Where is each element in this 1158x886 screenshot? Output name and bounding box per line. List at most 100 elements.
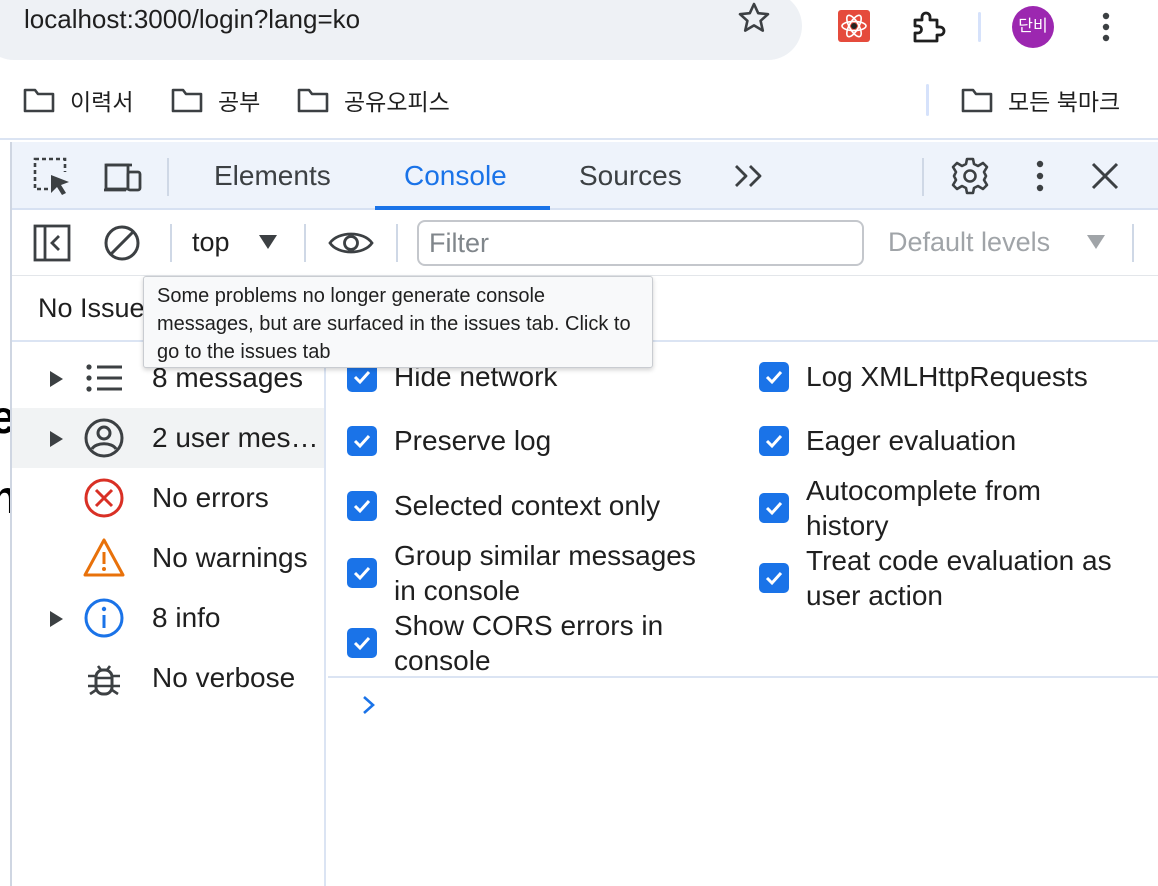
toolbar-divider <box>170 224 172 262</box>
sidebar-item-warnings[interactable]: No warnings <box>12 528 324 588</box>
treat-eval-user-action-checkbox[interactable] <box>759 563 789 593</box>
bookmark-label: 이력서 <box>70 89 134 115</box>
filter-input[interactable] <box>417 220 864 266</box>
sidebar-item-label: No verbose <box>152 662 296 693</box>
checkmark-icon <box>353 566 371 581</box>
expand-triangle-icon[interactable] <box>48 370 64 388</box>
checkmark-icon <box>765 370 783 384</box>
eager-evaluation-option[interactable]: Eager evaluation <box>759 423 1016 458</box>
url-text[interactable]: localhost:3000/login?lang=ko <box>24 2 360 36</box>
devtools-tab-bar: Elements Console Sources <box>12 142 1158 210</box>
folder-icon <box>297 88 329 113</box>
page-glyph-fragment: e <box>0 392 10 442</box>
profile-avatar[interactable]: 단비 <box>1012 6 1054 48</box>
folder-icon <box>23 88 55 113</box>
preserve-log-checkbox[interactable] <box>347 425 377 456</box>
all-bookmarks-label: 모든 북마크 <box>1008 89 1121 115</box>
address-bar[interactable]: localhost:3000/login?lang=ko <box>0 0 802 60</box>
browser-toolbar: localhost:3000/login?lang=ko 단비 <box>0 0 1158 60</box>
context-selector[interactable]: top <box>192 224 230 260</box>
checkmark-icon <box>765 434 783 448</box>
sidebar-item-errors[interactable]: No errors <box>12 468 324 528</box>
toolbar-divider <box>1132 224 1134 262</box>
show-cors-errors-option[interactable]: Show CORS errors in console <box>347 608 727 678</box>
option-label: Group similar messages in console <box>394 540 696 606</box>
autocomplete-history-option[interactable]: Autocomplete from history <box>759 473 1149 543</box>
sidebar-item-label: 8 info <box>152 602 221 633</box>
toolbar-divider <box>304 224 306 262</box>
checkmark-icon <box>353 499 371 513</box>
inspect-element-icon[interactable] <box>32 156 72 196</box>
error-icon <box>84 478 124 518</box>
option-label: Show CORS errors in console <box>394 610 664 676</box>
sidebar-toggle-icon[interactable] <box>32 223 72 263</box>
selected-context-only-option[interactable]: Selected context only <box>347 488 660 523</box>
more-tabs-chevron-icon[interactable] <box>730 156 770 196</box>
page-content-sliver: e n <box>0 142 12 886</box>
log-xhr-checkbox[interactable] <box>759 361 789 392</box>
eager-evaluation-checkbox[interactable] <box>759 425 789 456</box>
sidebar-item-label: No warnings <box>152 542 308 573</box>
group-similar-checkbox[interactable] <box>347 558 377 588</box>
folder-icon <box>961 88 993 113</box>
group-similar-option[interactable]: Group similar messages in console <box>347 538 727 608</box>
devtools-menu-icon[interactable] <box>1020 156 1060 196</box>
option-label: Selected context only <box>394 490 661 521</box>
treat-eval-user-action-option[interactable]: Treat code evaluation as user action <box>759 543 1149 613</box>
issues-count-text[interactable]: No Issues <box>38 290 158 326</box>
log-xhr-option[interactable]: Log XMLHttpRequests <box>759 359 1088 394</box>
console-prompt-chevron-icon[interactable] <box>358 694 380 716</box>
bookmark-label: 공유오피스 <box>344 89 450 115</box>
console-sidebar: 8 messages 2 user messages No errors <box>12 342 326 886</box>
dropdown-arrow-icon <box>1087 235 1105 249</box>
sidebar-item-user-messages[interactable]: 2 user messages <box>12 408 324 468</box>
selected-context-only-checkbox[interactable] <box>347 490 377 521</box>
folder-icon <box>171 88 203 113</box>
option-label: Preserve log <box>394 425 552 456</box>
info-icon <box>84 598 124 638</box>
checkmark-icon <box>765 501 783 516</box>
devtools-panel: Elements Console Sources top Filter Defa… <box>12 142 1158 886</box>
close-icon[interactable] <box>1085 156 1125 196</box>
checkmark-icon <box>765 571 783 586</box>
warning-icon <box>83 538 125 577</box>
bookmark-folder-shared-office[interactable]: 공유오피스 <box>296 82 450 118</box>
eye-icon[interactable] <box>328 223 374 263</box>
checkmark-icon <box>353 434 371 448</box>
tab-elements[interactable]: Elements <box>214 156 331 196</box>
option-label: Autocomplete from history <box>806 475 1041 541</box>
toolbar-divider <box>978 12 981 42</box>
bookmark-label: 공부 <box>218 89 261 115</box>
show-cors-errors-checkbox[interactable] <box>347 628 377 658</box>
list-icon <box>86 364 122 392</box>
toolbar-divider <box>396 224 398 262</box>
sidebar-item-info[interactable]: 8 info <box>12 588 324 648</box>
autocomplete-history-checkbox[interactable] <box>759 493 789 523</box>
checkmark-icon <box>353 636 371 651</box>
react-devtools-extension-icon[interactable] <box>836 8 872 44</box>
page-glyph-fragment: n <box>0 472 10 522</box>
bug-icon <box>88 665 120 696</box>
gear-icon[interactable] <box>950 156 990 196</box>
tab-bar-divider <box>167 158 169 196</box>
extensions-puzzle-icon[interactable] <box>908 8 946 46</box>
option-label: Log XMLHttpRequests <box>806 361 1088 392</box>
expand-triangle-icon[interactable] <box>48 610 64 628</box>
option-label: Treat code evaluation as user action <box>806 545 1112 611</box>
expand-triangle-icon[interactable] <box>48 430 64 448</box>
browser-menu-icon[interactable] <box>1092 8 1120 46</box>
bookmark-folder-resume[interactable]: 이력서 <box>22 82 133 118</box>
bookmark-star-icon[interactable] <box>736 0 772 36</box>
bookmark-folder-study[interactable]: 공부 <box>170 82 260 118</box>
all-bookmarks-button[interactable]: 모든 북마크 <box>960 82 1120 118</box>
preserve-log-option[interactable]: Preserve log <box>347 423 551 458</box>
sidebar-item-label: No errors <box>152 482 269 513</box>
log-levels-dropdown[interactable]: Default levels <box>888 224 1050 260</box>
tab-bar-divider <box>922 158 924 196</box>
device-toolbar-icon[interactable] <box>102 156 142 196</box>
tab-console[interactable]: Console <box>404 156 507 196</box>
sidebar-item-verbose[interactable]: No verbose <box>12 648 324 708</box>
tab-sources[interactable]: Sources <box>579 156 682 196</box>
clear-console-icon[interactable] <box>102 223 142 263</box>
option-label: Eager evaluation <box>806 425 1017 456</box>
